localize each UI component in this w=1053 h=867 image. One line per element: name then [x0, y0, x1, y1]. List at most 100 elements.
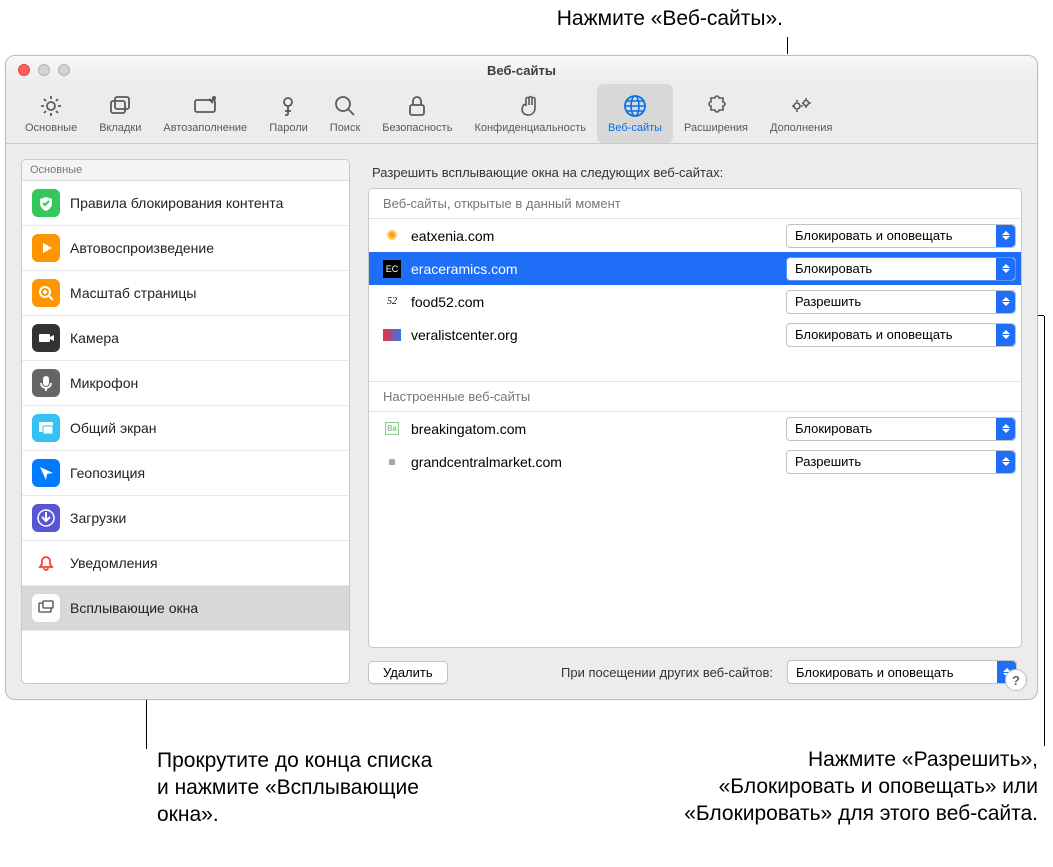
- help-button[interactable]: ?: [1005, 669, 1027, 691]
- site-row[interactable]: 52food52.comРазрешить: [369, 285, 1021, 318]
- permission-value: Блокировать: [795, 261, 872, 276]
- popup-icon: [32, 594, 60, 622]
- remove-button[interactable]: Удалить: [368, 661, 448, 684]
- permission-value: Блокировать: [795, 421, 872, 436]
- permission-value: Разрешить: [795, 294, 861, 309]
- sidebar-item-label: Всплывающие окна: [70, 600, 198, 616]
- callout-line: [787, 37, 788, 54]
- toolbar: Основные Вкладки Автозаполнение Пароли Поиск…: [6, 84, 1037, 144]
- permission-select[interactable]: Блокировать и оповещать: [786, 224, 1016, 248]
- site-domain: eatxenia.com: [411, 228, 776, 244]
- camera-icon: [32, 324, 60, 352]
- sidebar-item-shield[interactable]: Правила блокирования контента: [22, 181, 349, 226]
- toolbar-globe[interactable]: Веб-сайты: [597, 84, 673, 143]
- chevron-updown-icon: [996, 418, 1015, 440]
- toolbar-key[interactable]: Пароли: [258, 84, 319, 143]
- toolbar-autofill[interactable]: Автозаполнение: [152, 84, 258, 143]
- site-domain: food52.com: [411, 294, 776, 310]
- toolbar-gear[interactable]: Основные: [14, 84, 88, 143]
- main-pane: Разрешить всплывающие окна на следующих …: [368, 159, 1022, 684]
- other-sites-select[interactable]: Блокировать и оповещать: [787, 660, 1017, 684]
- sidebar-item-label: Общий экран: [70, 420, 157, 436]
- sidebar-item-label: Масштаб страницы: [70, 285, 196, 301]
- permission-value: Блокировать и оповещать: [795, 228, 953, 243]
- chevron-updown-icon: [996, 225, 1015, 247]
- titlebar: Веб-сайты: [6, 56, 1037, 84]
- permission-select[interactable]: Блокировать: [786, 417, 1016, 441]
- toolbar-puzzle[interactable]: Расширения: [673, 84, 759, 143]
- toolbar-label: Безопасность: [382, 122, 452, 134]
- bell-icon: [32, 549, 60, 577]
- site-domain: breakingatom.com: [411, 421, 776, 437]
- sidebar-item-label: Автовоспроизведение: [70, 240, 214, 256]
- toolbar-hand[interactable]: Конфиденциальность: [463, 84, 597, 143]
- toolbar-label: Расширения: [684, 122, 748, 134]
- callout-top: Нажмите «Веб-сайты».: [443, 5, 783, 32]
- sidebar-item-label: Правила блокирования контента: [70, 195, 283, 211]
- sidebar-item-popup[interactable]: Всплывающие окна: [22, 586, 349, 631]
- toolbar-gears[interactable]: Дополнения: [759, 84, 843, 143]
- sidebar-item-label: Уведомления: [70, 555, 158, 571]
- sites-table: Веб-сайты, открытые в данный момент ✺ eat…: [368, 188, 1022, 648]
- other-sites-value: Блокировать и оповещать: [796, 665, 954, 680]
- toolbar-label: Автозаполнение: [163, 122, 247, 134]
- permission-select[interactable]: Блокировать и оповещать: [786, 323, 1016, 347]
- play-icon: [32, 234, 60, 262]
- sidebar-item-label: Камера: [70, 330, 119, 346]
- favicon: [383, 326, 401, 344]
- sidebar-header: Основные: [22, 160, 349, 181]
- search-icon: [332, 93, 358, 119]
- chevron-updown-icon: [996, 451, 1015, 473]
- toolbar-label: Вкладки: [99, 122, 141, 134]
- toolbar-label: Поиск: [330, 122, 360, 134]
- callout-line: [1044, 316, 1045, 746]
- sidebar-item-bell[interactable]: Уведомления: [22, 541, 349, 586]
- download-icon: [32, 504, 60, 532]
- chevron-updown-icon: [996, 324, 1015, 346]
- sidebar-item-screen[interactable]: Общий экран: [22, 406, 349, 451]
- location-icon: [32, 459, 60, 487]
- sidebar: Основные Правила блокирования контента Ав…: [21, 159, 350, 684]
- sidebar-item-mic[interactable]: Микрофон: [22, 361, 349, 406]
- callout-right: Нажмите «Разрешить», «Блокировать и опов…: [668, 746, 1038, 827]
- mic-icon: [32, 369, 60, 397]
- window-title: Веб-сайты: [6, 63, 1037, 78]
- site-domain: eraceramics.com: [411, 261, 776, 277]
- site-row[interactable]: ▦grandcentralmarket.comРазрешить: [369, 445, 1021, 478]
- sidebar-item-zoom[interactable]: Масштаб страницы: [22, 271, 349, 316]
- toolbar-label: Веб-сайты: [608, 122, 662, 134]
- zoom-icon: [32, 279, 60, 307]
- site-row[interactable]: ✺ eatxenia.com Блокировать и оповещать: [369, 219, 1021, 252]
- sidebar-item-play[interactable]: Автовоспроизведение: [22, 226, 349, 271]
- favicon: EC: [383, 260, 401, 278]
- chevron-updown-icon: [996, 291, 1015, 313]
- sidebar-item-camera[interactable]: Камера: [22, 316, 349, 361]
- pane-title: Разрешить всплывающие окна на следующих …: [372, 165, 1022, 180]
- permission-select[interactable]: Разрешить: [786, 450, 1016, 474]
- permission-select[interactable]: Блокировать: [786, 257, 1016, 281]
- site-row[interactable]: Babreakingatom.comБлокировать: [369, 412, 1021, 445]
- sidebar-item-location[interactable]: Геопозиция: [22, 451, 349, 496]
- permission-value: Разрешить: [795, 454, 861, 469]
- puzzle-icon: [703, 93, 729, 119]
- favicon: ✺: [383, 227, 401, 245]
- toolbar-tabs[interactable]: Вкладки: [88, 84, 152, 143]
- toolbar-label: Основные: [25, 122, 77, 134]
- permission-select[interactable]: Разрешить: [786, 290, 1016, 314]
- favicon: ▦: [383, 453, 401, 471]
- key-icon: [275, 93, 301, 119]
- site-row[interactable]: veralistcenter.orgБлокировать и оповещат…: [369, 318, 1021, 351]
- section-open-sites: Веб-сайты, открытые в данный момент: [369, 189, 1021, 219]
- callout-left: Прокрутите до конца списка и нажмите «Вс…: [157, 747, 437, 828]
- permission-value: Блокировать и оповещать: [795, 327, 953, 342]
- preferences-window: Веб-сайты Основные Вкладки Автозаполнение П…: [5, 55, 1038, 700]
- toolbar-lock[interactable]: Безопасность: [371, 84, 463, 143]
- toolbar-search[interactable]: Поиск: [319, 84, 371, 143]
- chevron-updown-icon: [996, 258, 1015, 280]
- site-row[interactable]: EC eraceramics.com Блокировать: [369, 252, 1021, 285]
- toolbar-label: Конфиденциальность: [474, 122, 586, 134]
- sidebar-item-download[interactable]: Загрузки: [22, 496, 349, 541]
- other-sites-label: При посещении других веб-сайтов:: [561, 665, 773, 680]
- hand-icon: [517, 93, 543, 119]
- section-configured-sites: Настроенные веб-сайты: [369, 381, 1021, 412]
